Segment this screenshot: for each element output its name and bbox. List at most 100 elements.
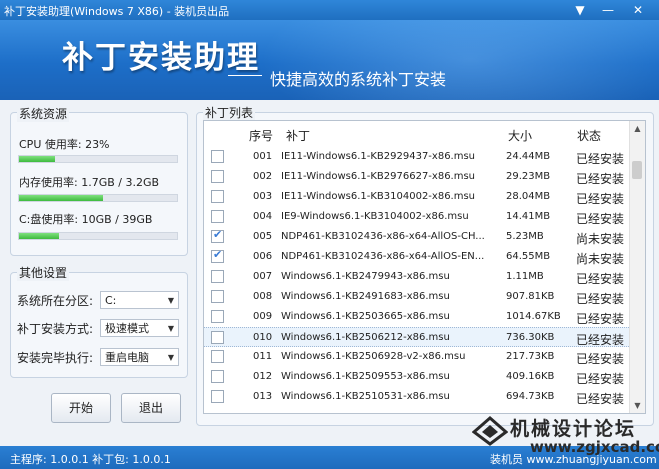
row-seq: 012 xyxy=(253,371,273,382)
table-row[interactable]: 001 IE11-Windows6.1-KB2929437-x86.msu 24.4… xyxy=(204,147,629,167)
checkbox[interactable] xyxy=(211,190,224,203)
row-size: 409.16KB xyxy=(506,371,555,382)
banner: 补丁安装助理 快捷高效的系统补丁安装 xyxy=(0,20,659,100)
checkbox[interactable] xyxy=(211,170,224,183)
row-status: 已经安装 xyxy=(576,192,625,206)
watermark-text: 机械设计论坛 xyxy=(510,418,637,440)
row-seq: 011 xyxy=(253,351,273,362)
memory-usage-bar xyxy=(18,194,178,202)
table-row[interactable]: ✔ 006 NDP461-KB3102436-x86-x64-AllOS-EN...… xyxy=(204,247,629,267)
row-size: 907.81KB xyxy=(506,291,555,302)
patch-list[interactable]: 序号 补丁 大小 状态 001 IE11-Windows6.1-KB2929437… xyxy=(203,120,646,414)
row-size: 5.23MB xyxy=(506,231,544,242)
chevron-down-icon: ▼ xyxy=(167,324,174,333)
row-seq: 004 xyxy=(253,211,273,222)
row-seq: 010 xyxy=(253,332,273,343)
partition-label: 系统所在分区: xyxy=(17,294,94,308)
minimize-icon[interactable]: — xyxy=(598,1,618,19)
row-status: 已经安装 xyxy=(576,292,625,306)
table-row[interactable]: 004 IE9-Windows6.1-KB3104002-x86.msu 14.41… xyxy=(204,207,629,227)
row-status: 尚未安装 xyxy=(576,252,625,266)
checkbox[interactable] xyxy=(211,290,224,303)
row-seq: 013 xyxy=(253,391,273,402)
install-method-select[interactable]: 极速模式 ▼ xyxy=(100,319,179,337)
cpu-usage-label: CPU 使用率: 23% xyxy=(19,138,110,151)
start-button[interactable]: 开始 xyxy=(51,393,111,423)
checkbox[interactable] xyxy=(211,350,224,363)
row-size: 1.11MB xyxy=(506,271,544,282)
row-name: IE11-Windows6.1-KB2929437-x86.msu xyxy=(281,151,476,162)
checkmark-icon: ✔ xyxy=(213,228,223,241)
row-size: 694.73KB xyxy=(506,391,555,402)
close-icon[interactable]: ✕ xyxy=(628,1,648,19)
memory-usage-fill xyxy=(19,195,103,201)
watermark: 机械设计论坛 www.zgjxcad.com xyxy=(470,414,659,459)
row-seq: 002 xyxy=(253,171,273,182)
chevron-down-icon: ▼ xyxy=(167,296,174,305)
chevron-down-icon: ▼ xyxy=(167,353,174,362)
checkbox[interactable] xyxy=(211,331,224,344)
scroll-down-icon[interactable]: ▼ xyxy=(630,398,645,413)
checkbox-checked[interactable]: ✔ xyxy=(211,228,224,243)
header-status[interactable]: 状态 xyxy=(577,127,601,144)
row-seq: 008 xyxy=(253,291,273,302)
row-name: IE11-Windows6.1-KB3104002-x86.msu xyxy=(281,191,476,202)
banner-title: 补丁安装助理 xyxy=(62,40,260,76)
row-name: Windows6.1-KB2479943-x86.msu xyxy=(281,271,450,282)
checkbox-checked[interactable]: ✔ xyxy=(211,248,224,263)
row-name: Windows6.1-KB2509553-x86.msu xyxy=(281,371,450,382)
install-method-value: 极速模式 xyxy=(105,322,149,335)
header-size[interactable]: 大小 xyxy=(508,127,532,144)
row-seq: 001 xyxy=(253,151,273,162)
row-size: 29.23MB xyxy=(506,171,551,182)
checkbox[interactable] xyxy=(211,150,224,163)
row-name: NDP461-KB3102436-x86-x64-AllOS-CH... xyxy=(281,231,485,242)
header-seq[interactable]: 序号 xyxy=(249,127,273,144)
cpu-usage-fill xyxy=(19,156,56,162)
header-name[interactable]: 补丁 xyxy=(286,127,310,144)
checkbox[interactable] xyxy=(211,310,224,323)
table-row[interactable]: 012 Windows6.1-KB2509553-x86.msu 409.16KB 已… xyxy=(204,367,629,387)
row-status: 已经安装 xyxy=(576,392,625,406)
row-size: 24.44MB xyxy=(506,151,551,162)
checkbox[interactable] xyxy=(211,390,224,403)
after-install-value: 重启电脑 xyxy=(105,351,149,364)
row-size: 1014.67KB xyxy=(506,311,561,322)
row-name: Windows6.1-KB2491683-x86.msu xyxy=(281,291,450,302)
scrollbar[interactable]: ▲ ▼ xyxy=(629,121,645,413)
row-name: IE11-Windows6.1-KB2976627-x86.msu xyxy=(281,171,476,182)
table-row[interactable]: 007 Windows6.1-KB2479943-x86.msu 1.11MB 已经安… xyxy=(204,267,629,287)
row-name: Windows6.1-KB2506212-x86.msu xyxy=(281,332,450,343)
checkmark-icon: ✔ xyxy=(213,248,223,261)
other-settings-title: 其他设置 xyxy=(17,264,70,281)
version-info: 主程序: 1.0.0.1 补丁包: 1.0.0.1 xyxy=(10,453,171,466)
table-row[interactable]: ✔ 005 NDP461-KB3102436-x86-x64-AllOS-CH...… xyxy=(204,227,629,247)
table-row[interactable]: 011 Windows6.1-KB2506928-v2-x86.msu 217.73… xyxy=(204,347,629,367)
row-seq: 003 xyxy=(253,191,273,202)
table-row[interactable]: 002 IE11-Windows6.1-KB2976627-x86.msu 29.2… xyxy=(204,167,629,187)
patch-list-header: 序号 补丁 大小 状态 xyxy=(204,121,629,146)
row-status: 尚未安装 xyxy=(576,232,625,246)
table-row[interactable]: 010 Windows6.1-KB2506212-x86.msu 736.30KB 已… xyxy=(204,327,629,347)
row-size: 736.30KB xyxy=(506,332,555,343)
table-row[interactable]: 009 Windows6.1-KB2503665-x86.msu 1014.67KB… xyxy=(204,307,629,327)
after-install-select[interactable]: 重启电脑 ▼ xyxy=(100,348,179,366)
menu-dropdown-icon[interactable]: ▼ xyxy=(570,1,590,19)
table-row[interactable]: 003 IE11-Windows6.1-KB3104002-x86.msu 28.0… xyxy=(204,187,629,207)
checkbox[interactable] xyxy=(211,270,224,283)
checkbox[interactable] xyxy=(211,370,224,383)
exit-button[interactable]: 退出 xyxy=(121,393,181,423)
scroll-thumb[interactable] xyxy=(632,161,642,179)
row-name: Windows6.1-KB2506928-v2-x86.msu xyxy=(281,351,466,362)
row-status: 已经安装 xyxy=(576,172,625,186)
row-name: NDP461-KB3102436-x86-x64-AllOS-EN... xyxy=(281,251,485,262)
row-size: 64.55MB xyxy=(506,251,551,262)
table-row[interactable]: 008 Windows6.1-KB2491683-x86.msu 907.81KB 已… xyxy=(204,287,629,307)
watermark-url: www.zgjxcad.com xyxy=(530,438,659,456)
row-status: 已经安装 xyxy=(576,272,625,286)
checkbox[interactable] xyxy=(211,210,224,223)
row-size: 28.04MB xyxy=(506,191,551,202)
partition-select[interactable]: C: ▼ xyxy=(100,291,179,309)
table-row[interactable]: 013 Windows6.1-KB2510531-x86.msu 694.73KB 已… xyxy=(204,387,629,407)
scroll-up-icon[interactable]: ▲ xyxy=(630,121,645,136)
